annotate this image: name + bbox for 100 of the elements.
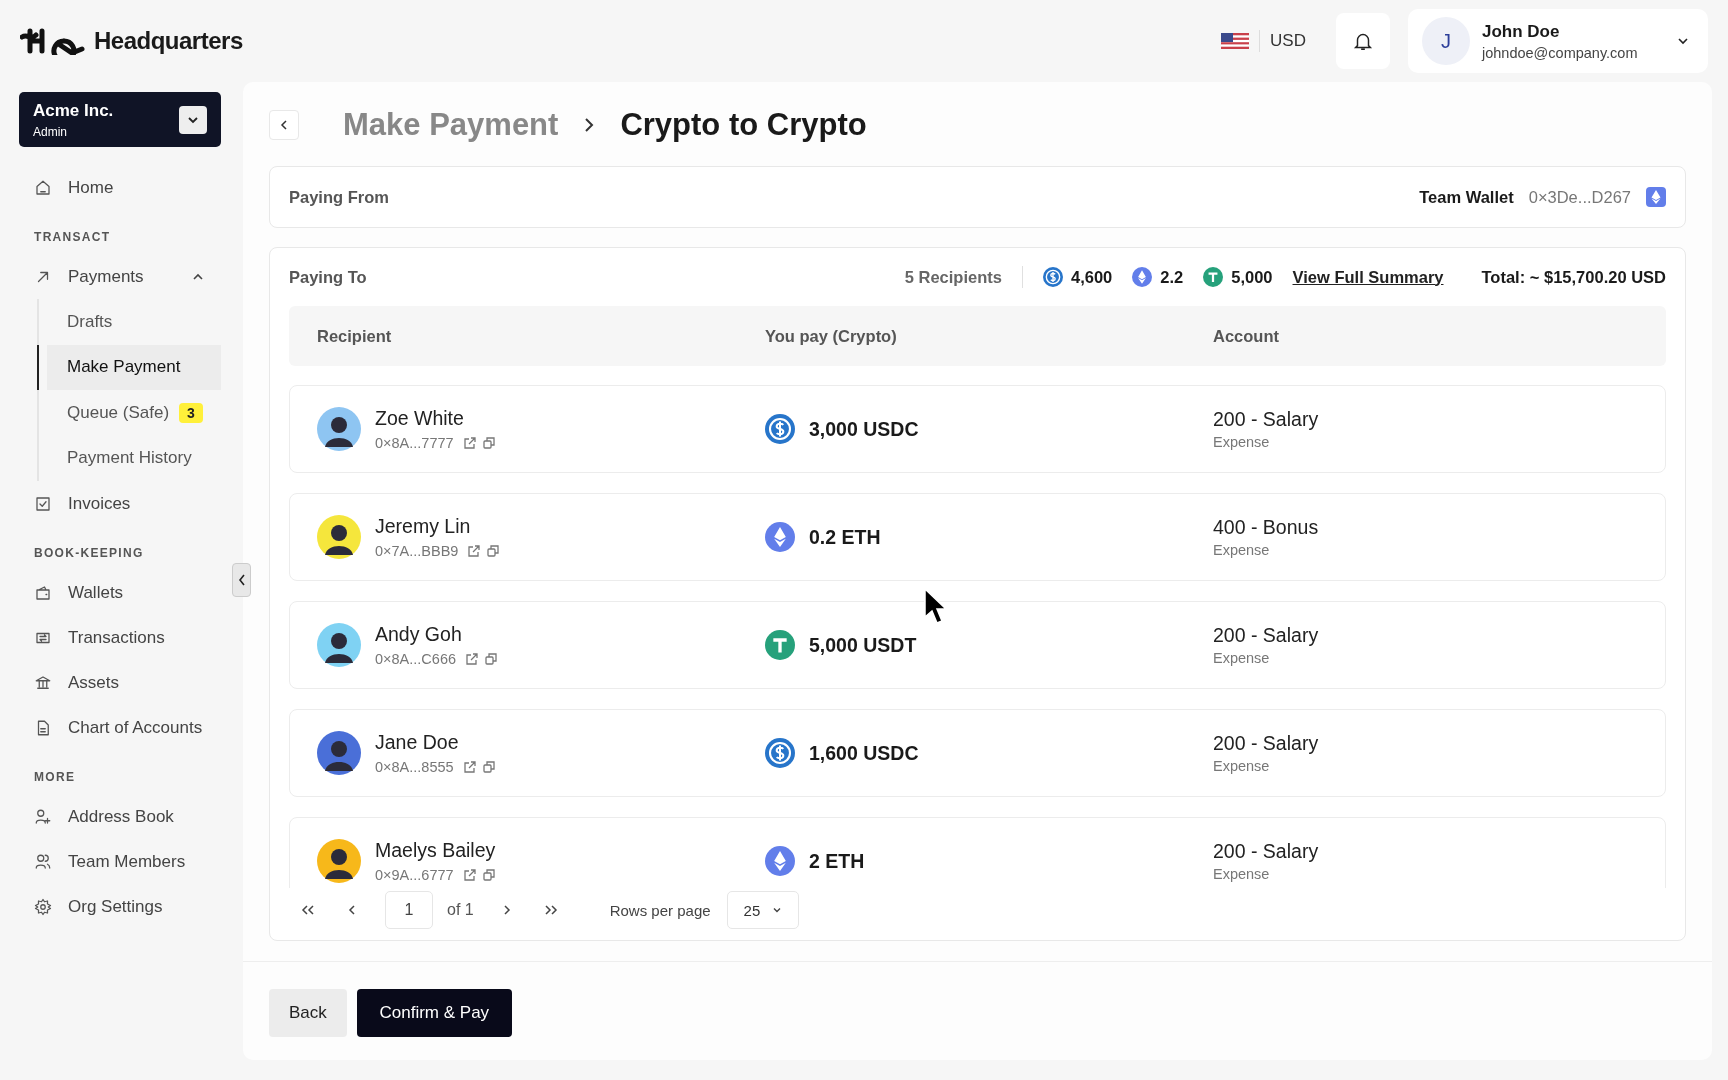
- page-count: of 1: [447, 901, 474, 919]
- nav-subitem[interactable]: Payment History: [37, 435, 221, 481]
- account-type: Expense: [1213, 542, 1271, 558]
- ethereum-coin-icon: [765, 522, 795, 552]
- recipient-name: Jeremy Lin: [375, 515, 472, 538]
- user-menu[interactable]: J John Doe johndoe@company.com: [1408, 9, 1708, 73]
- nav-item[interactable]: Address Book: [19, 794, 221, 839]
- copy-icon[interactable]: [481, 868, 496, 882]
- account-name: 200 - Salary: [1213, 732, 1320, 755]
- tether-coin-icon: [765, 630, 795, 660]
- notifications-button[interactable]: [1336, 13, 1390, 69]
- nav-item[interactable]: Invoices: [19, 481, 221, 526]
- nav-item[interactable]: Assets: [19, 660, 221, 705]
- organization-name: Acme Inc.: [33, 100, 114, 121]
- collapse-sidebar-button[interactable]: [232, 563, 251, 597]
- logo-icon: [20, 27, 86, 55]
- organization-role: Admin: [33, 124, 68, 139]
- copy-icon[interactable]: [484, 652, 499, 666]
- dropdown-button[interactable]: [179, 105, 207, 134]
- wallet-address: 0×3De...D267: [1528, 187, 1631, 207]
- chevron-left-icon: [236, 573, 247, 587]
- ethereum-coin-icon: [765, 846, 795, 876]
- nav-item[interactable]: Home: [19, 165, 221, 210]
- account-type: Expense: [1213, 434, 1271, 450]
- usdc-coin-icon: [765, 738, 795, 768]
- total-amount: Total: ~ $15,700.20 USD: [1481, 267, 1666, 287]
- chevron-right-icon: [502, 904, 511, 916]
- recipient-name: Zoe White: [375, 407, 465, 430]
- user-avatar: J: [1422, 17, 1470, 65]
- payment-amount: 2 ETH: [809, 849, 865, 873]
- wallet-address: 0×8A...8555: [375, 759, 454, 775]
- chevron-left-icon: [280, 119, 288, 131]
- nav-subitem[interactable]: Queue (Safe) 3: [37, 390, 221, 436]
- account-type: Expense: [1213, 650, 1271, 666]
- card-label: Paying To: [289, 267, 367, 287]
- account-type: Expense: [1213, 866, 1271, 882]
- external-link-icon[interactable]: [462, 868, 477, 882]
- count-badge: 3: [179, 402, 203, 423]
- currency-selector[interactable]: USD: [1209, 30, 1318, 52]
- user-add-icon: [34, 807, 52, 826]
- user-email: johndoe@company.com: [1482, 44, 1639, 61]
- recipients-count: 5 Recipients: [904, 267, 1002, 287]
- wallet-address: 0×9A...6777: [375, 867, 454, 883]
- nav-item[interactable]: Payments: [19, 254, 221, 299]
- ethereum-icon: [1646, 187, 1666, 207]
- external-link-icon[interactable]: [462, 760, 477, 774]
- chevron-down-icon: [772, 905, 783, 915]
- wallet-address: 0×7A...BBB9: [375, 543, 459, 559]
- nav-subitem[interactable]: Make Payment: [37, 344, 221, 390]
- page-input[interactable]: 1: [385, 891, 433, 929]
- account-name: 200 - Salary: [1213, 840, 1320, 863]
- account-name: 200 - Salary: [1213, 624, 1320, 647]
- copy-icon[interactable]: [481, 436, 496, 450]
- wallet-address: 0×8A...C666: [375, 651, 457, 667]
- nav-item[interactable]: Wallets: [19, 570, 221, 615]
- flag-icon: [1221, 33, 1250, 49]
- column-header: Recipient: [317, 326, 393, 346]
- external-link-icon[interactable]: [462, 436, 477, 450]
- brand-name: Headquarters: [94, 27, 243, 55]
- home-icon: [34, 178, 52, 197]
- confirm-button[interactable]: Confirm & Pay: [356, 989, 512, 1037]
- nav-item[interactable]: Chart of Accounts: [19, 705, 221, 750]
- recipient-name: Jane Doe: [375, 731, 460, 754]
- payment-amount: 0.2 ETH: [809, 525, 881, 549]
- copy-icon[interactable]: [486, 544, 501, 558]
- back-button[interactable]: [269, 110, 299, 140]
- total-amount: 2.2: [1160, 267, 1184, 287]
- nav-item[interactable]: Transactions: [19, 615, 221, 660]
- double-chevron-right-icon: [543, 904, 558, 916]
- total-amount: 4,600: [1070, 267, 1113, 287]
- nav-subitem[interactable]: Drafts: [37, 299, 221, 345]
- tether-coin-icon: [1203, 267, 1224, 287]
- card-label: Paying From: [289, 187, 389, 207]
- recipient-name: Maelys Bailey: [375, 839, 496, 862]
- double-chevron-left-icon: [301, 904, 315, 916]
- rows-per-page-label: Rows per page: [609, 901, 711, 919]
- copy-icon[interactable]: [481, 760, 496, 774]
- nav-item[interactable]: Org Settings: [19, 884, 221, 929]
- total-amount: 5,000: [1231, 267, 1273, 287]
- usdc-coin-icon: [1042, 267, 1063, 287]
- nav-item[interactable]: Team Members: [19, 839, 221, 884]
- page-title: Crypto to Crypto: [620, 107, 867, 143]
- wallet-icon: [34, 583, 52, 602]
- chevron-left-icon: [348, 904, 356, 916]
- external-link-icon[interactable]: [465, 652, 480, 666]
- account-type: Expense: [1213, 758, 1271, 774]
- ethereum-coin-icon: [1132, 267, 1153, 287]
- account-name: 400 - Bonus: [1213, 516, 1320, 539]
- organization-selector[interactable]: Acme Inc. Admin: [19, 92, 221, 147]
- payment-amount: 1,600 USDC: [809, 741, 919, 765]
- view-summary-link[interactable]: View Full Summary: [1292, 267, 1444, 287]
- column-header: You pay (Crypto): [765, 326, 898, 346]
- section-heading: MORE: [33, 769, 77, 786]
- usdc-coin-icon: [765, 414, 795, 444]
- user-name: John Doe: [1482, 21, 1561, 42]
- rows-per-page-select[interactable]: 25: [726, 891, 800, 929]
- back-button[interactable]: Back: [269, 989, 347, 1037]
- external-link-icon[interactable]: [467, 544, 482, 558]
- recipient-name: Andy Goh: [375, 623, 463, 646]
- checkbox-icon: [34, 494, 52, 513]
